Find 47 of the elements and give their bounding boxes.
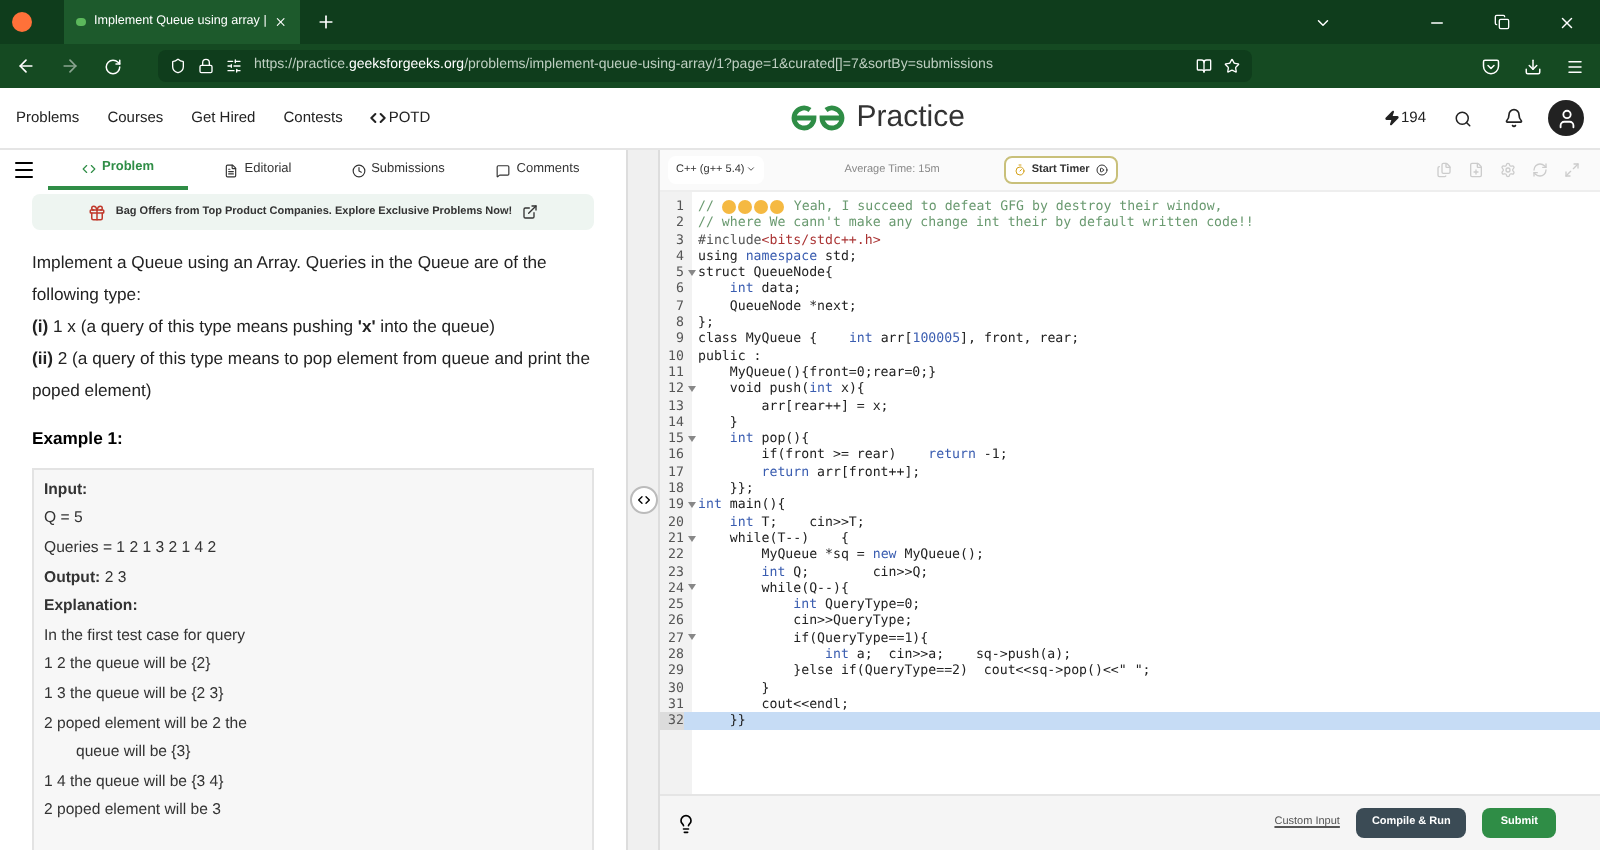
fold-caret-icon[interactable]: [687, 634, 695, 641]
code-icon: [370, 110, 387, 126]
fold-caret-icon[interactable]: [687, 269, 695, 276]
timer-icon: [1013, 164, 1026, 176]
permissions-icon: [226, 58, 242, 74]
logo-text: Practice: [856, 97, 965, 138]
lightbulb-icon[interactable]: [676, 813, 696, 833]
gift-icon: [87, 203, 106, 221]
notification-icon[interactable]: [1504, 108, 1524, 128]
reader-view-icon[interactable]: [1196, 58, 1212, 74]
user-silhouette-icon: [1555, 107, 1577, 129]
new-tab-icon[interactable]: [316, 12, 336, 32]
fold-caret-icon[interactable]: [687, 535, 695, 542]
menu-icon[interactable]: [12, 158, 36, 182]
back-icon[interactable]: [16, 56, 36, 76]
fold-caret-icon[interactable]: [687, 385, 695, 392]
reload-icon[interactable]: [104, 57, 122, 75]
pocket-icon[interactable]: [1482, 57, 1500, 75]
resize-arrows-icon: [635, 492, 651, 508]
problem-statement-text: Implement a Queue using an Array. Queries in the Queue are of the following type:: [32, 250, 549, 308]
search-icon[interactable]: [1454, 109, 1472, 127]
fold-caret-icon[interactable]: [687, 584, 695, 591]
download-icon[interactable]: [1524, 57, 1542, 75]
tab-icon: [351, 163, 366, 177]
close-window-icon[interactable]: [1558, 13, 1576, 31]
example-heading: Example 1:: [32, 426, 125, 452]
streak-icon: [1384, 110, 1401, 126]
fold-caret-icon[interactable]: [687, 501, 695, 508]
menu-icon[interactable]: [1566, 57, 1584, 75]
fold-caret-icon[interactable]: [687, 435, 695, 442]
lock-icon: [198, 58, 214, 74]
problem-statement-text: (ii) 2 (a query of this type means to pop element from queue and print the poped element): [32, 346, 592, 404]
external-link-icon: [522, 204, 539, 220]
resize-handle[interactable]: [629, 486, 657, 514]
play-icon: [1095, 164, 1108, 176]
tab-icon: [496, 163, 511, 177]
avatar[interactable]: [1548, 100, 1584, 136]
bookmark-star-icon[interactable]: [1224, 58, 1240, 74]
site-favicon-icon: [76, 18, 86, 26]
dropdown-caret-icon: [746, 163, 757, 174]
close-icon[interactable]: [274, 14, 288, 30]
logo-icon: [790, 104, 847, 132]
tab-icon: [224, 163, 239, 177]
problem-statement-text: (i) 1 x (a query of this type means pushing 'x' into the queue): [32, 314, 498, 340]
tab-icon: [81, 161, 96, 175]
restore-icon[interactable]: [1494, 14, 1510, 30]
shield-icon: [170, 58, 186, 74]
